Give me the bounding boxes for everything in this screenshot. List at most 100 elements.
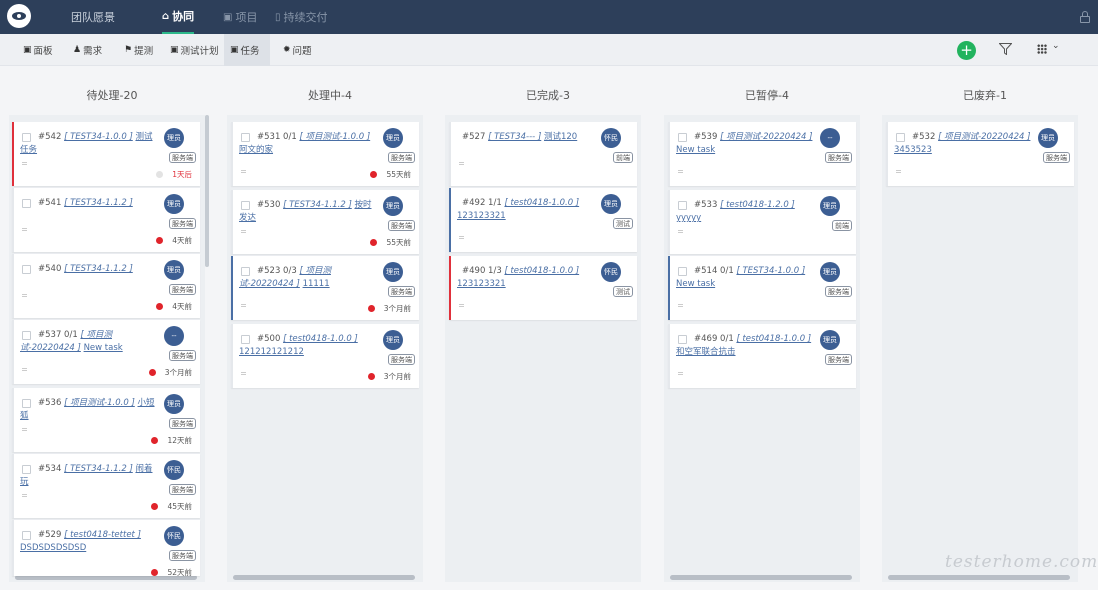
card-title[interactable]: #532 [ 项目测试-20220424 ] 3453523: [894, 131, 1034, 157]
card-title[interactable]: #529 [ test0418-tettet ] DSDSDSDSDSD: [20, 529, 160, 555]
avatar[interactable]: 理员: [820, 330, 840, 350]
card-text-link[interactable]: 3453523: [894, 145, 932, 155]
task-card[interactable]: #469 0/1 [ test0418-1.0.0 ] 和空军联合抗击 理员 服…: [668, 324, 856, 388]
lane-vertical-scrollbar[interactable]: [205, 115, 209, 267]
tab-task[interactable]: ▣ 任务: [224, 34, 270, 66]
drag-handle-icon[interactable]: [22, 162, 27, 165]
card-project-link[interactable]: [ test0418-tettet ]: [64, 530, 141, 540]
card-project-link[interactable]: [ TEST34-1.1.2 ]: [283, 200, 352, 210]
card-title[interactable]: #514 0/1 [ TEST34-1.0.0 ] New task: [676, 265, 816, 291]
drag-handle-icon[interactable]: [22, 294, 27, 297]
card-project-link[interactable]: [ TEST34-1.1.2 ]: [64, 264, 133, 274]
card-title[interactable]: #534 [ TEST34-1.1.2 ] 闹着玩: [20, 463, 160, 489]
avatar[interactable]: --: [164, 326, 184, 346]
avatar[interactable]: 怀民: [164, 526, 184, 546]
avatar[interactable]: 怀民: [601, 128, 621, 148]
card-title[interactable]: #537 0/1 [ 项目测试-20220424 ] New task: [20, 329, 160, 355]
card-project-link[interactable]: [ test0418-1.2.0 ]: [720, 200, 795, 210]
card-text-link[interactable]: 123123321: [457, 211, 506, 221]
avatar[interactable]: 理员: [164, 128, 184, 148]
lane-scrollbar[interactable]: [670, 575, 852, 580]
card-title[interactable]: #536 [ 项目测试-1.0.0 ] 小短狐: [20, 397, 160, 423]
card-title[interactable]: #542 [ TEST34-1.0.0 ] 测试任务: [20, 131, 160, 157]
drag-handle-icon[interactable]: [241, 372, 246, 375]
tab-issue[interactable]: ✹ 问题: [277, 34, 318, 66]
drag-handle-icon[interactable]: [22, 494, 27, 497]
avatar[interactable]: 理员: [383, 262, 403, 282]
card-project-link[interactable]: [ TEST34-1.0.0 ]: [64, 132, 133, 142]
tab-requirement[interactable]: ♟ 需求: [67, 34, 108, 66]
avatar[interactable]: 怀民: [164, 460, 184, 480]
view-grid-icon[interactable]: ⌄: [1037, 41, 1061, 54]
drag-handle-icon[interactable]: [22, 428, 27, 431]
avatar[interactable]: 理员: [164, 394, 184, 414]
card-project-link[interactable]: [ test0418-1.0.0 ]: [283, 334, 358, 344]
drag-handle-icon[interactable]: [459, 304, 464, 307]
card-title[interactable]: #469 0/1 [ test0418-1.0.0 ] 和空军联合抗击: [676, 333, 816, 359]
card-text-link[interactable]: 11111: [303, 279, 330, 289]
nav-delivery[interactable]: ▯ 持续交付: [275, 0, 328, 34]
card-text-link[interactable]: 和空军联合抗击: [676, 347, 736, 357]
task-card[interactable]: #533 [ test0418-1.2.0 ] yyyyy 理员 前端: [668, 190, 856, 254]
drag-handle-icon[interactable]: [241, 304, 246, 307]
card-project-link[interactable]: [ test0418-1.0.0 ]: [504, 266, 579, 276]
drag-handle-icon[interactable]: [241, 170, 246, 173]
task-card[interactable]: #532 [ 项目测试-20220424 ] 3453523 理员 服务端: [886, 122, 1074, 186]
card-text-link[interactable]: yyyyy: [676, 213, 701, 223]
card-project-link[interactable]: [ TEST34--- ]: [488, 132, 541, 142]
task-card[interactable]: #541 [ TEST34-1.1.2 ] 理员 服务端 4天前: [12, 188, 200, 252]
task-card[interactable]: #500 [ test0418-1.0.0 ] 121212121212 理员 …: [231, 324, 419, 388]
drag-handle-icon[interactable]: [678, 170, 683, 173]
lane-scrollbar[interactable]: [888, 575, 1070, 580]
nav-team-vision[interactable]: 团队愿景: [71, 0, 115, 34]
task-card[interactable]: #534 [ TEST34-1.1.2 ] 闹着玩 怀民 服务端 45天前: [12, 454, 200, 518]
nav-project[interactable]: ▣ 项目: [223, 0, 257, 34]
task-card[interactable]: #542 [ TEST34-1.0.0 ] 测试任务 理员 服务端 1天后: [12, 122, 200, 186]
card-project-link[interactable]: [ TEST34-1.1.2 ]: [64, 464, 133, 474]
lock-icon[interactable]: [1080, 11, 1090, 23]
task-card[interactable]: #490 1/3 [ test0418-1.0.0 ] 123123321 怀民…: [449, 256, 637, 320]
card-text-link[interactable]: 阿文的家: [239, 145, 273, 155]
avatar[interactable]: 理员: [383, 196, 403, 216]
card-title[interactable]: #523 0/3 [ 项目测试-20220424 ] 11111: [239, 265, 379, 291]
filter-icon[interactable]: [999, 43, 1012, 55]
card-project-link[interactable]: [ 项目测试-1.0.0 ]: [299, 132, 370, 142]
task-card[interactable]: #523 0/3 [ 项目测试-20220424 ] 11111 理员 服务端 …: [231, 256, 419, 320]
drag-handle-icon[interactable]: [459, 236, 464, 239]
task-card[interactable]: #527 [ TEST34--- ] 测试120 怀民 前端: [449, 122, 637, 186]
card-project-link[interactable]: [ test0418-1.0.0 ]: [504, 198, 579, 208]
card-title[interactable]: #490 1/3 [ test0418-1.0.0 ] 123123321: [457, 265, 597, 291]
card-title[interactable]: #527 [ TEST34--- ] 测试120: [457, 131, 597, 144]
tab-testplan[interactable]: ▣ 测试计划: [164, 34, 225, 66]
card-title[interactable]: #492 1/1 [ test0418-1.0.0 ] 123123321: [457, 197, 597, 223]
drag-handle-icon[interactable]: [678, 230, 683, 233]
card-text-link[interactable]: 121212121212: [239, 347, 304, 357]
drag-handle-icon[interactable]: [22, 368, 27, 371]
drag-handle-icon[interactable]: [678, 372, 683, 375]
card-project-link[interactable]: [ TEST34-1.0.0 ]: [736, 266, 805, 276]
card-text-link[interactable]: New task: [84, 343, 123, 353]
drag-handle-icon[interactable]: [678, 304, 683, 307]
card-text-link[interactable]: New task: [676, 145, 715, 155]
card-text-link[interactable]: 测试120: [544, 132, 577, 142]
task-card[interactable]: #530 [ TEST34-1.1.2 ] 按时发达 理员 服务端 55天前: [231, 190, 419, 254]
card-project-link[interactable]: [ 项目测试-20220424 ]: [938, 132, 1030, 142]
card-title[interactable]: #530 [ TEST34-1.1.2 ] 按时发达: [239, 199, 379, 225]
avatar[interactable]: --: [820, 128, 840, 148]
drag-handle-icon[interactable]: [896, 170, 901, 173]
card-title[interactable]: #539 [ 项目测试-20220424 ] New task: [676, 131, 816, 157]
avatar[interactable]: 理员: [164, 194, 184, 214]
avatar[interactable]: 怀民: [601, 262, 621, 282]
logo-eye-icon[interactable]: [7, 4, 31, 28]
task-card[interactable]: #529 [ test0418-tettet ] DSDSDSDSDSD 怀民 …: [12, 520, 200, 576]
task-card[interactable]: #540 [ TEST34-1.1.2 ] 理员 服务端 4天前: [12, 254, 200, 318]
tab-bug[interactable]: ⚑ 提测: [118, 34, 159, 66]
task-card[interactable]: #514 0/1 [ TEST34-1.0.0 ] New task 理员 服务…: [668, 256, 856, 320]
avatar[interactable]: 理员: [820, 196, 840, 216]
drag-handle-icon[interactable]: [241, 230, 246, 233]
task-card[interactable]: #492 1/1 [ test0418-1.0.0 ] 123123321 理员…: [449, 188, 637, 252]
card-project-link[interactable]: [ test0418-1.0.0 ]: [736, 334, 811, 344]
add-button[interactable]: +: [957, 41, 976, 60]
card-project-link[interactable]: [ TEST34-1.1.2 ]: [64, 198, 133, 208]
avatar[interactable]: 理员: [164, 260, 184, 280]
